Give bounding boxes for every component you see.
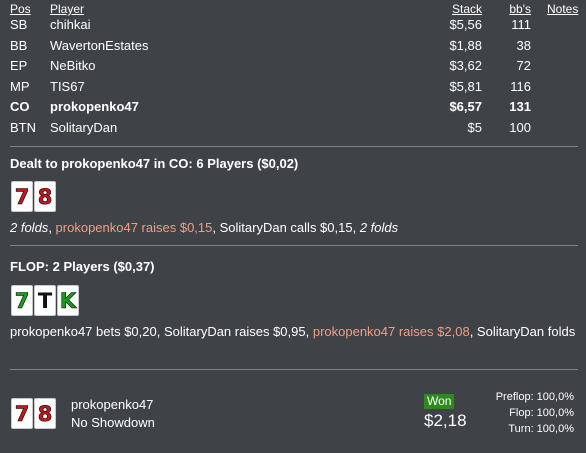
table-row: BTN SolitaryDan $5 100 xyxy=(0,120,586,141)
action-separator: , xyxy=(212,220,220,235)
flop-title: FLOP: 2 Players ($0,37) xyxy=(10,259,155,274)
table-row: BB WavertonEstates $1,88 38 xyxy=(0,38,586,59)
row-player[interactable]: NeBitko xyxy=(50,58,96,73)
equity-preflop: Preflop: 100,0% xyxy=(495,391,574,403)
players-table-header: Pos Player Stack bb's Notes xyxy=(0,0,586,17)
card-8-hearts: 8 xyxy=(34,181,56,212)
hole-cards: 7 8 xyxy=(11,181,56,212)
card-7-hearts: 7 xyxy=(11,181,33,212)
equity-flop: Flop: 100,0% xyxy=(509,407,574,419)
equity-turn: Turn: 100,0% xyxy=(508,423,574,435)
row-pos: EP xyxy=(10,58,28,73)
row-pos: BB xyxy=(10,37,28,53)
row-stack: $5 xyxy=(467,119,482,135)
action-folds: 2 folds xyxy=(10,220,49,235)
row-bb: 100 xyxy=(509,119,531,135)
action-fold: SolitaryDan folds xyxy=(476,324,576,339)
row-pos: MP xyxy=(10,78,30,94)
action-separator: , xyxy=(469,324,477,339)
row-stack: $3,62 xyxy=(449,58,482,73)
action-separator: , xyxy=(156,324,164,339)
header-stack[interactable]: Stack xyxy=(452,2,482,16)
won-amount: $2,18 xyxy=(424,411,467,430)
won-badge: Won xyxy=(424,394,455,409)
row-stack: $1,88 xyxy=(449,37,482,53)
action-separator: , xyxy=(48,220,56,235)
row-player[interactable]: prokopenko47 xyxy=(50,99,139,114)
row-pos: CO xyxy=(10,99,30,114)
table-row: SB chihkai $5,56 111 xyxy=(0,17,586,38)
result-showdown: No Showdown xyxy=(71,415,155,430)
divider xyxy=(10,245,578,246)
header-pos[interactable]: Pos xyxy=(10,2,31,16)
action-raise: SolitaryDan raises $0,95 xyxy=(163,324,306,339)
row-pos: SB xyxy=(10,17,28,32)
row-bb: 131 xyxy=(509,99,531,114)
card-t-spades: T xyxy=(34,285,56,316)
row-stack: $5,56 xyxy=(449,17,482,32)
card-7-clubs: 7 xyxy=(11,285,33,316)
card-7-hearts: 7 xyxy=(11,398,33,429)
row-bb: 38 xyxy=(516,37,531,53)
header-player[interactable]: Player xyxy=(50,2,84,16)
flop-cards: 7 T K xyxy=(11,285,79,316)
action-separator: , xyxy=(305,324,313,339)
table-row-hero: CO prokopenko47 $6,57 131 xyxy=(0,99,586,120)
row-player[interactable]: chihkai xyxy=(50,17,90,32)
action-hero-raise: prokopenko47 raises $0,15 xyxy=(55,220,213,235)
players-table: Pos Player Stack bb's Notes SB chihkai $… xyxy=(0,0,586,140)
result-cards: 7 8 xyxy=(11,398,56,429)
result-player[interactable]: prokopenko47 xyxy=(71,397,153,412)
row-stack: $5,81 xyxy=(449,78,482,94)
action-call: SolitaryDan calls $0,15 xyxy=(219,220,353,235)
table-row: MP TIS67 $5,81 116 xyxy=(0,79,586,100)
card-k-clubs: K xyxy=(57,285,79,316)
preflop-actions: 2 folds, prokopenko47 raises $0,15, Soli… xyxy=(10,219,578,237)
row-bb: 111 xyxy=(511,17,531,32)
flop-actions: prokopenko47 bets $0,20, SolitaryDan rai… xyxy=(10,323,578,341)
row-bb: 116 xyxy=(510,78,531,94)
action-folds: 2 folds xyxy=(359,220,399,235)
divider xyxy=(10,146,578,147)
row-pos: BTN xyxy=(10,119,36,135)
preflop-title: Dealt to prokopenko47 in CO: 6 Players (… xyxy=(10,156,299,171)
header-notes[interactable]: Notes xyxy=(547,2,578,16)
header-bb[interactable]: bb's xyxy=(509,2,531,16)
table-row: EP NeBitko $3,62 72 xyxy=(0,58,586,79)
action-bet: prokopenko47 bets $0,20 xyxy=(10,324,157,339)
card-8-hearts: 8 xyxy=(34,398,56,429)
row-player[interactable]: SolitaryDan xyxy=(50,120,117,135)
row-player[interactable]: WavertonEstates xyxy=(50,38,149,53)
action-separator: , xyxy=(352,220,360,235)
row-player[interactable]: TIS67 xyxy=(50,79,85,94)
row-stack: $6,57 xyxy=(449,99,482,114)
divider xyxy=(10,369,578,370)
row-bb: 72 xyxy=(516,58,531,73)
action-hero-raise: prokopenko47 raises $2,08 xyxy=(312,324,470,339)
